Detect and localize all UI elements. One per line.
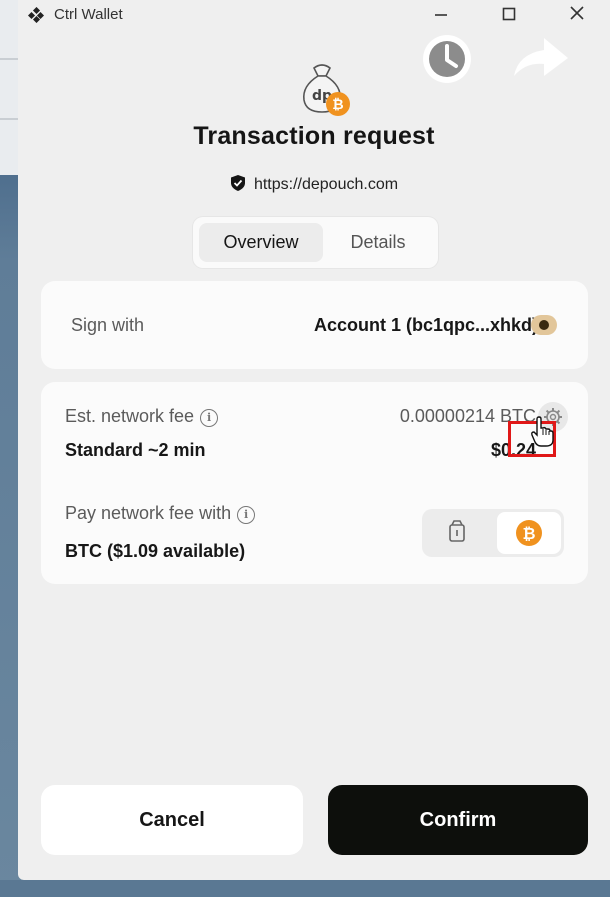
sign-with-label: Sign with [71,315,145,335]
est-network-fee-text: Est. network fee [65,406,195,426]
maximize-button[interactable] [494,3,524,27]
pay-with-btc-option[interactable]: ₿ [497,512,561,554]
shield-check-icon [230,175,245,191]
share-arrow-icon[interactable] [510,30,572,82]
pay-fee-balance: BTC ($1.09 available) [65,541,246,561]
fee-speed: Standard ~2 min [65,440,206,460]
title-bar: Ctrl Wallet [18,0,610,30]
desktop-background-bottom [0,880,610,897]
minimize-button[interactable] [426,3,456,27]
account-name: Account 1 (bc1qpc...xhkd) [313,315,538,335]
bitcoin-icon: ₿ [516,520,542,546]
tab-overview[interactable]: Overview [199,223,323,262]
account-avatar-icon [531,315,557,335]
close-button[interactable] [562,3,592,27]
network-fee-card: Est. network fee i 0.00000214 BTC Standar… [41,382,588,584]
page-title: Transaction request [193,122,435,150]
close-icon [570,6,584,20]
window-title: Ctrl Wallet [54,6,123,23]
pay-fee-with-text: Pay network fee with [65,503,232,523]
maximize-icon [502,7,516,21]
info-icon[interactable]: i [237,506,256,524]
site-origin: https://depouch.com [18,174,610,194]
cancel-button[interactable]: Cancel [41,785,303,855]
pay-with-pouch-option[interactable] [425,512,489,554]
svg-text:₿: ₿ [522,524,535,543]
depouch-bitcoin-bag-icon: dp ₿ [302,64,350,116]
pay-fee-with-label: Pay network fee with i [65,503,256,524]
info-icon[interactable]: i [200,409,219,427]
tab-details[interactable]: Details [325,223,431,262]
est-network-fee-label: Est. network fee i [65,406,219,427]
minimize-icon [435,14,447,16]
site-url: https://depouch.com [253,176,399,193]
confirm-button[interactable]: Confirm [328,785,588,855]
view-tabs: Overview Details [193,217,438,268]
svg-text:₿: ₿ [332,97,343,113]
clock-icon[interactable] [420,32,474,86]
ctrl-wallet-logo-icon [28,7,44,23]
sign-with-card: Sign with Account 1 (bc1qpc...xhkd) [41,281,588,369]
fee-currency-toggle: ₿ [422,509,564,557]
hand-pointer-cursor-icon [531,416,554,447]
pouch-icon [449,520,465,542]
